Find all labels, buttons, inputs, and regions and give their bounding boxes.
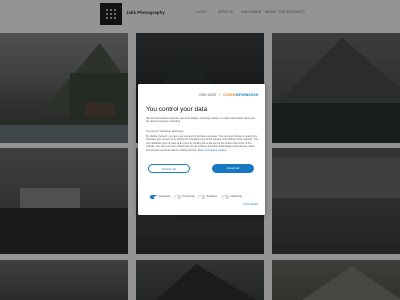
consent-toggles: Necessary Functional Statistics Marketin…	[150, 194, 260, 200]
decline-all-button[interactable]: Decline all	[148, 164, 190, 173]
toggle-label: Necessary	[158, 195, 171, 198]
brand-information: INFORMATION	[235, 93, 258, 97]
consent-title: You control your data	[146, 106, 208, 113]
consent-brand: one.com + COOKIEINFORMATION	[138, 92, 265, 97]
toggle-switch-icon	[174, 195, 181, 199]
toggle-switch-icon	[198, 195, 205, 199]
cookie-consent-dialog: one.com + COOKIEINFORMATION You control …	[138, 84, 265, 215]
toggle-label: Functional	[182, 195, 195, 198]
brand-name: one.com	[199, 92, 217, 97]
brand-plus: +	[218, 92, 221, 97]
toggle-label: Statistics	[206, 195, 217, 198]
toggle-switch-icon	[150, 195, 157, 199]
read-more-link[interactable]: Read more about cookies	[198, 149, 227, 152]
toggle-switch-icon	[222, 195, 229, 199]
show-details-link[interactable]: Show details	[243, 203, 258, 206]
accept-all-button[interactable]: Accept all	[212, 164, 254, 173]
consent-purposes: Functional, Statistical, Marketing	[146, 130, 184, 133]
toggle-label: Marketing	[230, 195, 242, 198]
brand-cookie: COOKIE	[223, 93, 236, 97]
consent-details-text: By clicking 'Accept', you give your cons…	[146, 135, 258, 152]
consent-intro-text: We and our business partners use technol…	[146, 117, 256, 124]
